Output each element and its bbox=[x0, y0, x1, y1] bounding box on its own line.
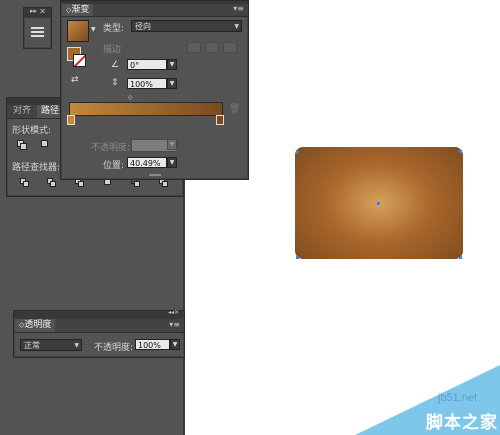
angle-dropdown-button[interactable]: ▼ bbox=[167, 59, 177, 70]
transparency-tabbar: ◇透明度 ▾≡ bbox=[14, 319, 184, 333]
unite-icon[interactable] bbox=[17, 140, 27, 150]
reverse-gradient-icon[interactable]: ⇄ bbox=[71, 75, 79, 85]
watermark-name: 脚本之家 bbox=[426, 413, 498, 433]
type-label: 类型: bbox=[103, 24, 125, 34]
gradient-slider-bar[interactable] bbox=[69, 102, 223, 116]
stroke-across-button bbox=[223, 42, 237, 53]
location-dropdown-button[interactable]: ▼ bbox=[167, 157, 177, 168]
gradient-stop-right[interactable] bbox=[216, 115, 224, 125]
close-icon[interactable]: ✕ bbox=[174, 309, 179, 316]
tab-gradient[interactable]: ◇渐变 bbox=[62, 4, 94, 16]
shape-modes-label: 形状模式: bbox=[12, 126, 52, 136]
chevron-down-icon: ▼ bbox=[234, 23, 239, 30]
location-label: 位置: bbox=[103, 161, 125, 171]
transparency-opacity-input[interactable]: 100% bbox=[135, 339, 170, 350]
collapse-arrows-icon[interactable]: ▸▸ bbox=[30, 7, 37, 15]
collapsed-panel-dock: ▸▸ ✕ bbox=[23, 7, 52, 49]
panel-menu-icon[interactable] bbox=[31, 26, 44, 39]
angle-input[interactable]: 0° bbox=[127, 59, 167, 70]
midpoint-diamond-icon[interactable]: ◇ bbox=[128, 94, 133, 101]
chevron-down-icon: ▼ bbox=[74, 342, 79, 349]
tab-align[interactable]: 对齐 bbox=[9, 105, 35, 118]
angle-icon: ∠ bbox=[111, 60, 120, 70]
transparency-opacity-dropdown[interactable]: ▼ bbox=[170, 339, 180, 350]
blend-mode-select[interactable]: 正常 ▼ bbox=[20, 339, 82, 351]
aspect-ratio-input[interactable]: 100% bbox=[127, 78, 167, 89]
transparency-opacity-label: 不透明度: bbox=[94, 343, 134, 353]
anchor-point-bottom-left[interactable] bbox=[296, 256, 299, 259]
pathfinders-label: 路径查找器: bbox=[12, 163, 61, 173]
opacity-label: 不透明度: bbox=[91, 143, 131, 153]
tab-transparency[interactable]: ◇透明度 bbox=[15, 319, 56, 332]
fill-stroke-swatch[interactable] bbox=[67, 47, 87, 67]
aspect-dropdown-button[interactable]: ▼ bbox=[167, 78, 177, 89]
transparency-titlebar: ◂◂ ✕ bbox=[14, 309, 184, 319]
divide-icon[interactable] bbox=[20, 178, 29, 187]
gradient-thumbnail[interactable] bbox=[67, 20, 89, 42]
panel-options-icon[interactable]: ▾≡ bbox=[233, 4, 244, 13]
opacity-dropdown-button: ▼ bbox=[167, 139, 177, 150]
stroke-within-button bbox=[187, 42, 201, 53]
anchor-point-top-left[interactable] bbox=[296, 151, 299, 154]
minus-front-icon[interactable] bbox=[41, 140, 50, 148]
stroke-label: 描边 bbox=[103, 45, 122, 55]
thumbnail-dropdown-icon[interactable]: ▼ bbox=[91, 26, 96, 33]
stroke-along-button bbox=[205, 42, 219, 53]
aspect-ratio-icon: ⇕ bbox=[111, 78, 119, 88]
location-input[interactable]: 40.49% bbox=[127, 157, 167, 168]
panel-options-icon[interactable]: ▾≡ bbox=[169, 320, 180, 329]
transparency-panel: ◂◂ ✕ ◇透明度 ▾≡ 正常 ▼ 不透明度: 100% ▼ bbox=[13, 309, 185, 358]
center-point bbox=[377, 202, 380, 205]
gradient-panel: ◇渐变 ▾≡ ▼ 类型: 径向 ▼ 描边 ∠ 0° ▼ ⇄ ⇕ 100% ▼ ◇… bbox=[60, 0, 249, 180]
anchor-point-top-right[interactable] bbox=[459, 150, 462, 153]
delete-stop-icon[interactable]: 🗑 bbox=[229, 104, 240, 114]
gradient-stop-left[interactable] bbox=[67, 115, 75, 125]
collapsed-panel-titlebar: ▸▸ ✕ bbox=[24, 7, 51, 18]
gradient-tabbar: ◇渐变 ▾≡ bbox=[61, 4, 248, 17]
panel-resize-grip[interactable] bbox=[149, 174, 161, 176]
trim-icon[interactable] bbox=[47, 178, 56, 187]
close-icon[interactable]: ✕ bbox=[39, 7, 46, 16]
anchor-point-bottom-right[interactable] bbox=[459, 256, 462, 259]
gradient-type-select[interactable]: 径向 ▼ bbox=[131, 20, 242, 32]
watermark-site: jb51.net bbox=[438, 392, 478, 404]
